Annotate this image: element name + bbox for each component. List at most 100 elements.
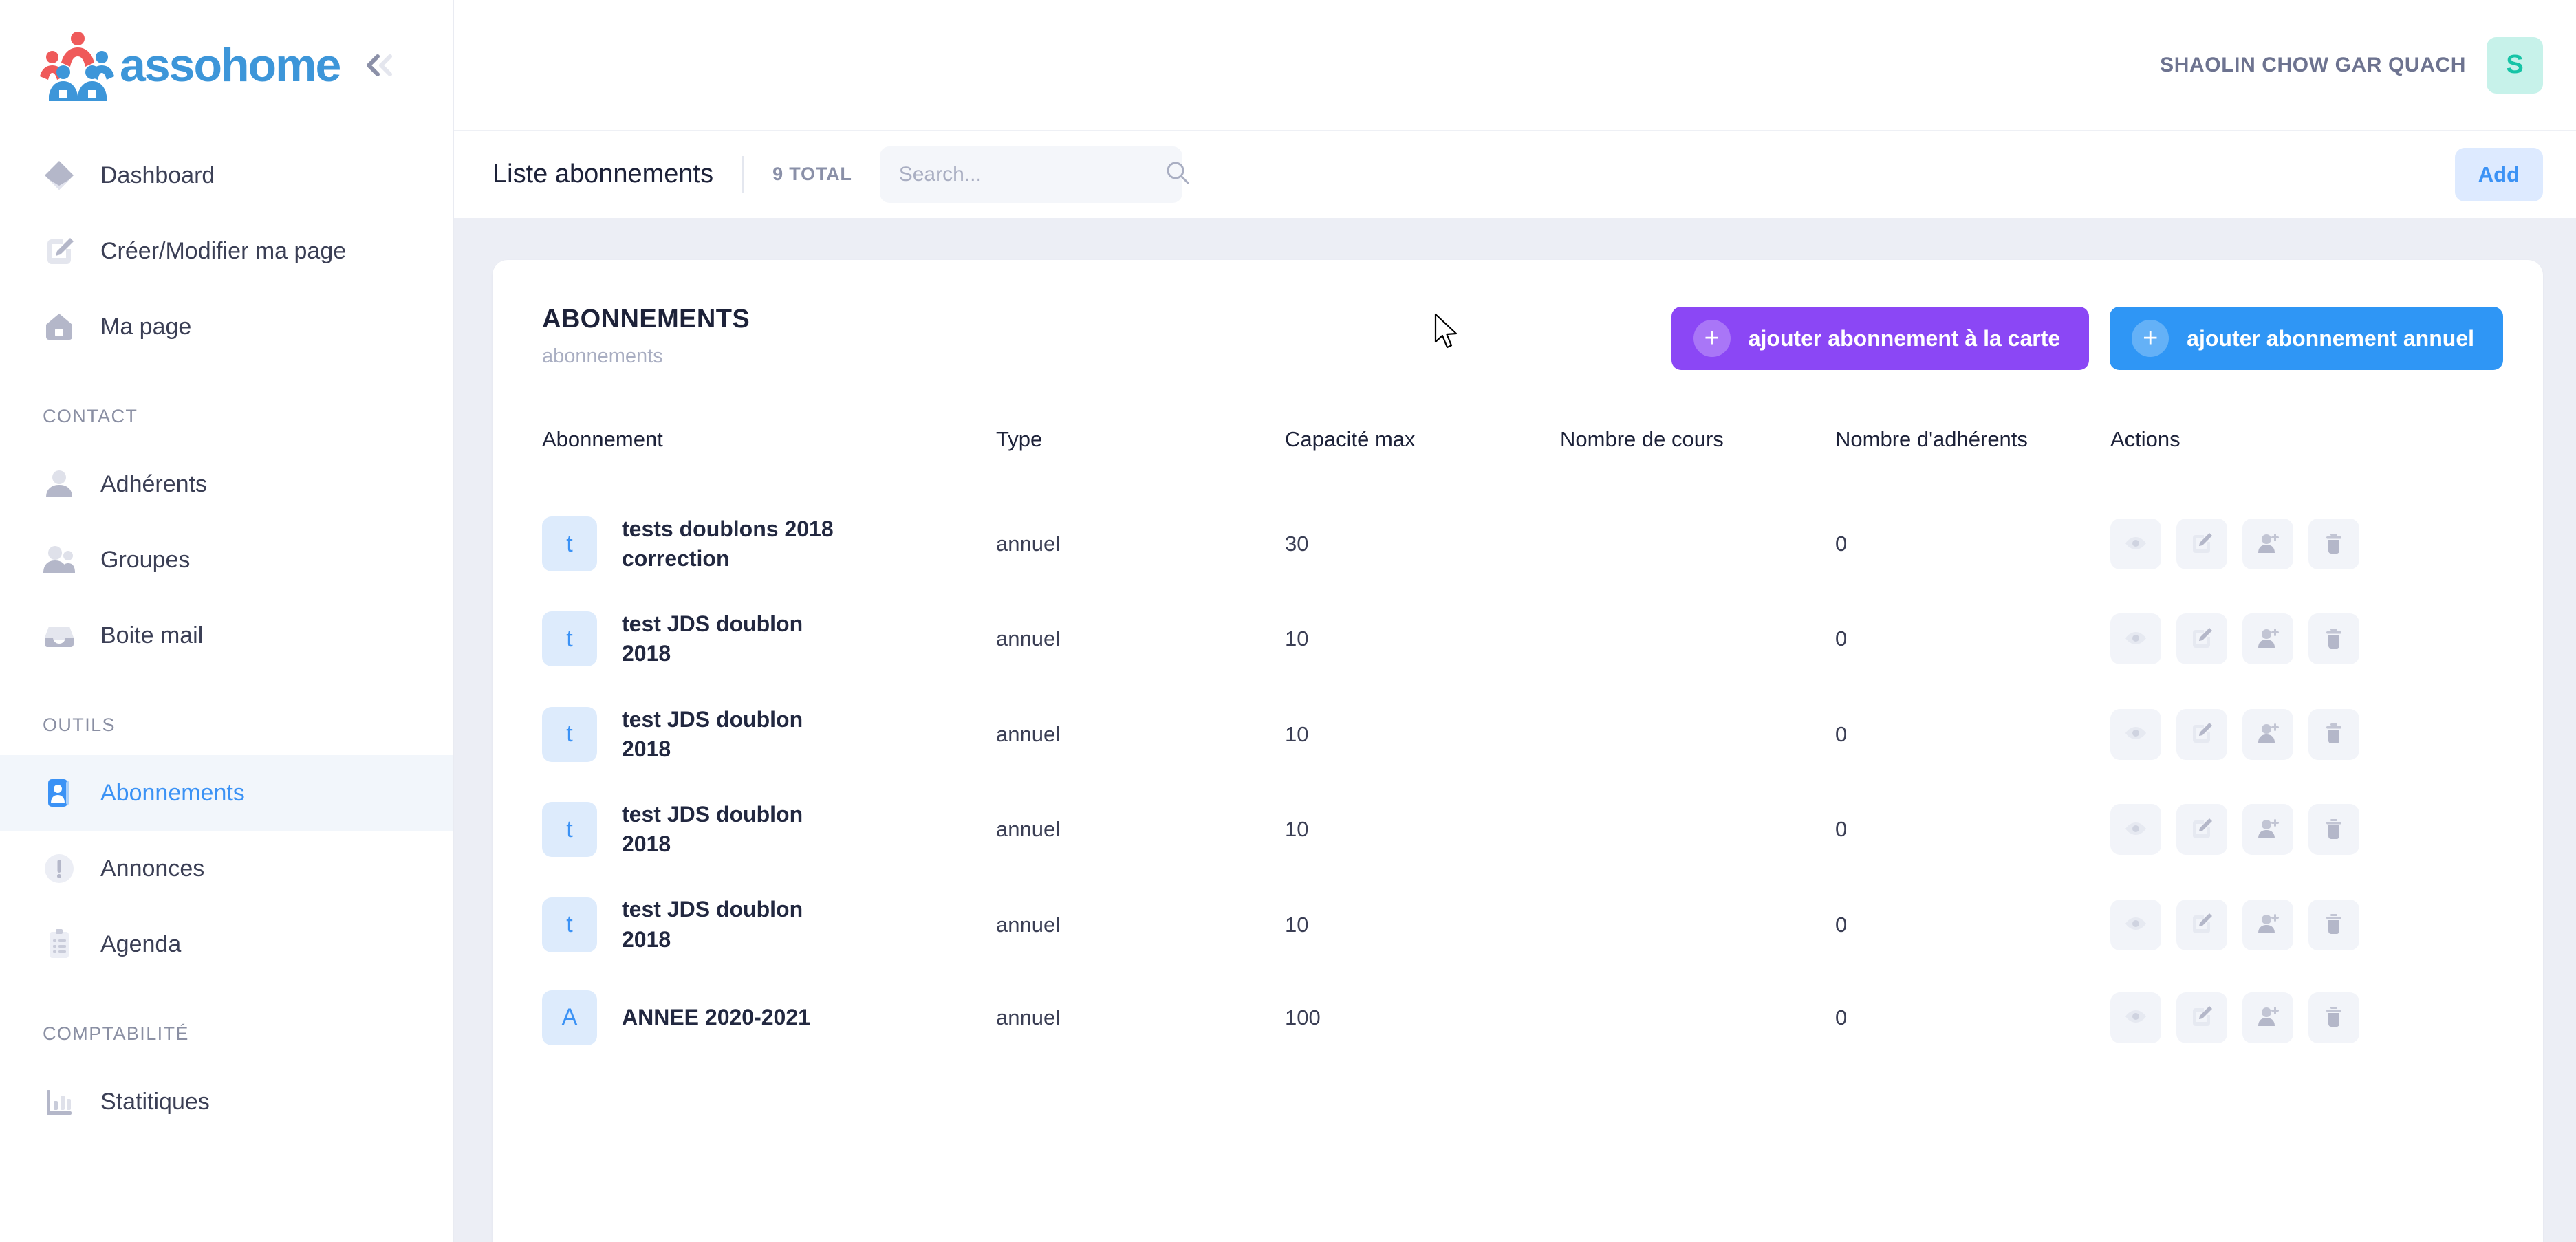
add-abonnement-a-la-carte-button[interactable]: + ajouter abonnement à la carte [1671,307,2089,370]
double-chevron-left-icon[interactable] [362,47,399,84]
app-root: assohome Dashboard [0,0,2576,1242]
add-button[interactable]: Add [2455,148,2543,201]
sidebar-item-adherents[interactable]: Adhérents [0,446,453,522]
top-header: SHAOLIN CHOW GAR QUACH S [454,0,2576,131]
edit-action-button[interactable] [2176,900,2227,950]
table-header: Abonnement Type Capacité max Nombre de c… [542,425,2503,497]
sidebar-item-annonces[interactable]: Annonces [0,831,453,906]
divider [742,156,744,193]
column-header-capacite-max: Capacité max [1285,425,1560,497]
view-action-button[interactable] [2110,992,2161,1043]
total-count-label: 9 TOTAL [772,164,852,185]
table-row[interactable]: ttest JDS doublon 2018annuel100 [542,591,2503,686]
delete-action-button[interactable] [2308,709,2359,760]
sidebar-item-abonnements[interactable]: Abonnements [0,755,453,831]
page-title: Liste abonnements [493,160,713,189]
edit-action-button[interactable] [2176,804,2227,855]
delete-action-button[interactable] [2308,519,2359,569]
sidebar-item-creer-modifier-ma-page[interactable]: Créer/Modifier ma page [0,213,453,289]
edit-action-button[interactable] [2176,992,2227,1043]
cell-capacite-max: 10 [1285,877,1560,972]
search-box[interactable] [880,146,1182,203]
cell-capacite-max: 30 [1285,497,1560,591]
cell-nombre-adherents: 0 [1835,782,2110,877]
cell-nombre-adherents: 0 [1835,877,2110,972]
table-row[interactable]: ttests doublons 2018 correctionannuel300 [542,497,2503,591]
abonnement-cell: ttest JDS doublon 2018 [542,895,996,954]
sidebar-nav: Dashboard Créer/Modifier ma page [0,131,453,1140]
search-icon[interactable] [1165,160,1191,189]
cell-actions [2110,877,2503,972]
eye-icon [2123,721,2148,748]
person-add-icon [2255,721,2280,748]
sidebar-item-ma-page[interactable]: Ma page [0,289,453,364]
delete-action-button[interactable] [2308,804,2359,855]
row-actions [2110,804,2503,855]
edit-action-button[interactable] [2176,613,2227,664]
card-action-buttons: + ajouter abonnement à la carte + ajoute… [1671,304,2503,370]
add-member-action-button[interactable] [2242,992,2293,1043]
cell-nombre-cours [1560,972,1835,1063]
add-member-action-button[interactable] [2242,900,2293,950]
eye-icon [2123,1004,2148,1031]
add-member-action-button[interactable] [2242,613,2293,664]
table-body: ttests doublons 2018 correction annuel 30 0… [542,497,2503,1063]
brand-logo[interactable]: assohome [39,30,340,101]
sidebar-item-agenda[interactable]: Agenda [0,906,453,982]
cell-nombre-cours [1560,877,1835,972]
cell-nombre-cours [1560,687,1835,782]
abonnement-name: test JDS doublon 2018 [622,609,835,668]
table-row[interactable]: ttest JDS doublon 2018annuel100 [542,877,2503,972]
column-header-nombre-de-cours: Nombre de cours [1560,425,1835,497]
sidebar-section-outils: OUTILS [0,715,453,736]
cell-nombre-adherents: 0 [1835,497,2110,591]
sidebar-item-label: Annonces [100,856,204,882]
view-action-button[interactable] [2110,900,2161,950]
table-row[interactable]: AANNEE 2020-2021annuel1000 [542,972,2503,1063]
person-add-icon [2255,816,2280,843]
plus-circle-icon: + [1693,320,1731,357]
table-row[interactable]: ttest JDS doublon 2018annuel100 [542,687,2503,782]
cell-capacite-max: 10 [1285,687,1560,782]
content-area: ABONNEMENTS abonnements + ajouter abonne… [454,219,2576,1242]
edit-square-icon [2189,721,2214,748]
abonnements-table: Abonnement Type Capacité max Nombre de c… [542,425,2503,1063]
add-abonnement-annuel-button[interactable]: + ajouter abonnement annuel [2110,307,2503,370]
sidebar-item-statitiques[interactable]: Statitiques [0,1064,453,1140]
view-action-button[interactable] [2110,519,2161,569]
edit-action-button[interactable] [2176,709,2227,760]
abonnement-avatar: t [542,611,597,666]
abonnement-cell: ttests doublons 2018 correction [542,514,996,574]
add-member-action-button[interactable] [2242,804,2293,855]
trash-icon [2321,911,2346,938]
table-header-row: Abonnement Type Capacité max Nombre de c… [542,425,2503,497]
button-label: ajouter abonnement à la carte [1749,326,2060,351]
cell-nombre-cours [1560,591,1835,686]
delete-action-button[interactable] [2308,992,2359,1043]
sidebar-item-label: Abonnements [100,780,245,807]
view-action-button[interactable] [2110,804,2161,855]
view-action-button[interactable] [2110,709,2161,760]
delete-action-button[interactable] [2308,900,2359,950]
brand-name: assohome [120,42,340,89]
delete-action-button[interactable] [2308,613,2359,664]
row-actions [2110,709,2503,760]
eye-icon [2123,626,2148,653]
table-row[interactable]: ttest JDS doublon 2018annuel100 [542,782,2503,877]
trash-icon [2321,531,2346,558]
cell-type: annuel [996,782,1285,877]
add-member-action-button[interactable] [2242,709,2293,760]
sidebar-item-boite-mail[interactable]: Boite mail [0,598,453,673]
cell-actions [2110,972,2503,1063]
cell-capacite-max: 10 [1285,591,1560,686]
sidebar-item-groupes[interactable]: Groupes [0,522,453,598]
card-subtitle: abonnements [542,345,750,368]
person-add-icon [2255,911,2280,938]
view-action-button[interactable] [2110,613,2161,664]
avatar[interactable]: S [2487,37,2543,94]
edit-action-button[interactable] [2176,519,2227,569]
search-input[interactable] [899,163,1165,186]
add-member-action-button[interactable] [2242,519,2293,569]
sidebar-item-dashboard[interactable]: Dashboard [0,138,453,213]
cell-actions [2110,497,2503,591]
